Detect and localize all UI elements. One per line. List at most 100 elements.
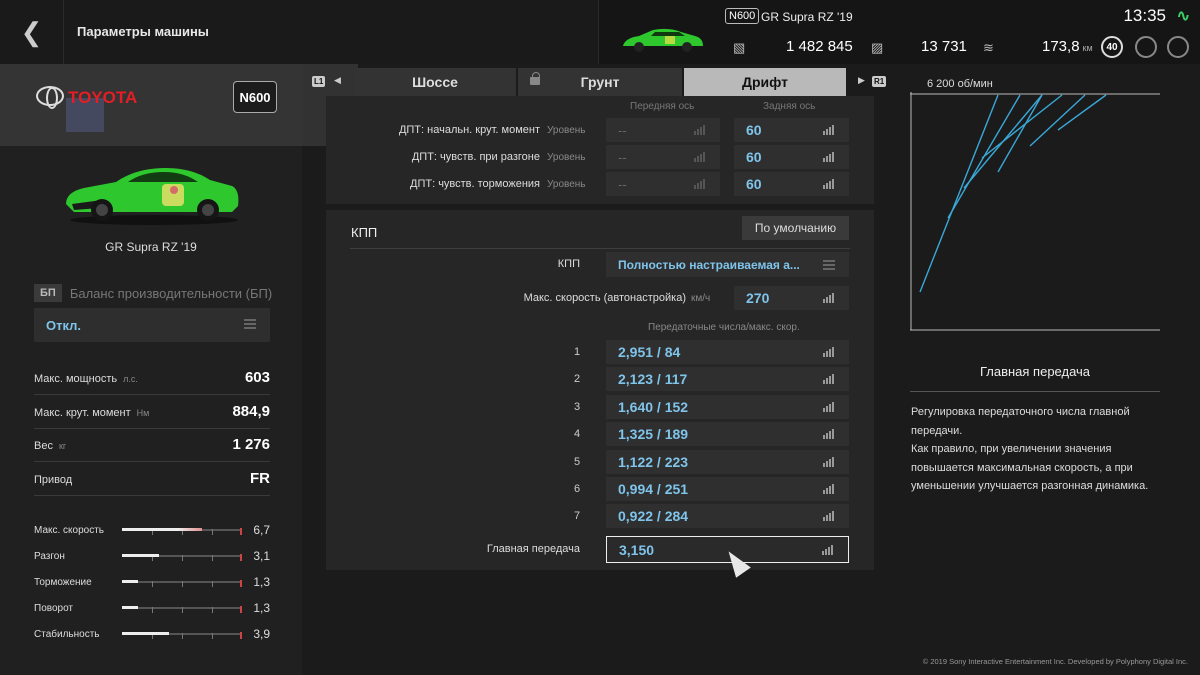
car-class-badge: N600 bbox=[725, 8, 760, 24]
gear-ratio-value: 0,994 / 251 bbox=[618, 481, 689, 497]
gear-ratio-value: 1,640 / 152 bbox=[618, 398, 689, 415]
gear-number: 1 bbox=[574, 346, 581, 358]
gear-ratio-graph bbox=[910, 92, 1160, 331]
mileage-icon: ▨ bbox=[871, 40, 884, 55]
top-speed-label: Макс. скорость (автонастройка) bbox=[523, 292, 686, 304]
gear-number: 2 bbox=[574, 373, 581, 386]
top-speed-field[interactable]: 270 bbox=[734, 286, 849, 310]
bar-fill bbox=[122, 606, 138, 609]
bar-limit bbox=[240, 528, 242, 535]
performance-bar bbox=[122, 577, 242, 587]
transmission-type-select[interactable]: Полностью настраиваемая а... bbox=[606, 252, 849, 277]
top-speed-unit: км/ч bbox=[691, 293, 711, 304]
bar-tick bbox=[182, 633, 183, 639]
bar-tick bbox=[152, 607, 153, 613]
back-button[interactable]: ❮ bbox=[0, 0, 64, 64]
tab-prev-icon[interactable]: ◀ bbox=[334, 75, 341, 86]
top-bar: ❮ Параметры машины N600 GR Supra RZ '19 … bbox=[0, 0, 1200, 64]
final-drive-value: 3,150 bbox=[619, 541, 655, 558]
lsd-row-label: ДПТ: чувств. при разгоне bbox=[411, 151, 540, 163]
bp-header: БП Баланс производительности (БП) bbox=[34, 284, 272, 302]
spec-unit: Нм bbox=[136, 407, 150, 418]
r1-button-icon[interactable]: R1 bbox=[872, 76, 887, 87]
transmission-type-label: КПП bbox=[557, 258, 580, 270]
lsd-front-value: -- bbox=[618, 149, 627, 165]
tuning-tabs: L1 ◀ Шоссе Грунт Дрифт ▶ R1 bbox=[310, 68, 890, 96]
gear-ratio-field[interactable]: 0,922 / 284 bbox=[606, 504, 849, 529]
lsd-front-field: -- bbox=[606, 172, 720, 196]
emblem-icon bbox=[1167, 36, 1189, 58]
gear-ratio-field[interactable]: 0,994 / 251 bbox=[606, 477, 849, 501]
l1-button-icon[interactable]: L1 bbox=[312, 76, 326, 87]
gear-number: 4 bbox=[574, 428, 581, 441]
performance-bar bbox=[122, 603, 242, 613]
bar-tick bbox=[212, 529, 213, 535]
list-icon bbox=[244, 319, 256, 329]
spec-label: Вес bbox=[34, 439, 53, 452]
lsd-rear-field[interactable]: 60 bbox=[734, 172, 849, 196]
spec-label: Макс. крут. момент bbox=[34, 406, 131, 419]
lsd-rear-field[interactable]: 60 bbox=[734, 145, 849, 169]
bar-tick bbox=[152, 581, 153, 587]
gear-lines bbox=[919, 94, 1107, 293]
performance-value: 1,3 bbox=[253, 601, 270, 615]
performance-value: 6,7 bbox=[253, 523, 270, 537]
tab-dirt[interactable]: Грунт bbox=[518, 68, 682, 96]
lsd-rear-field[interactable]: 60 bbox=[734, 118, 849, 142]
adjust-bars-icon bbox=[823, 293, 835, 303]
tab-label: Грунт bbox=[580, 74, 620, 90]
performance-row: Поворот 1,3 bbox=[34, 598, 270, 618]
distance-number: 173,8 bbox=[1042, 38, 1080, 55]
adjust-bars-icon bbox=[823, 374, 835, 385]
bar-tick bbox=[182, 581, 183, 587]
driver-level-badge: 40 bbox=[1101, 36, 1123, 58]
adjust-bars-icon bbox=[823, 152, 835, 162]
car-name: GR Supra RZ '19 bbox=[761, 10, 853, 24]
lsd-front-field: -- bbox=[606, 145, 720, 169]
rank-icon bbox=[1135, 36, 1157, 58]
car-thumbnail bbox=[623, 28, 703, 52]
rear-axle-header: Задняя ось bbox=[763, 101, 816, 112]
bp-label: Баланс производительности (БП) bbox=[69, 285, 273, 301]
bar-tick bbox=[182, 607, 183, 613]
network-status-icon: ∿ bbox=[1176, 8, 1190, 25]
lock-icon bbox=[530, 72, 540, 85]
adjust-bars-icon bbox=[823, 484, 835, 494]
tab-next-icon[interactable]: ▶ bbox=[858, 75, 865, 86]
bar-limit bbox=[240, 606, 242, 613]
lsd-row-unit: Уровень bbox=[547, 125, 586, 136]
adjust-bars-icon bbox=[823, 125, 835, 135]
gear-ratio-field[interactable]: 1,122 / 223 bbox=[606, 449, 849, 474]
gear-number: 3 bbox=[574, 400, 581, 413]
car-info-sidebar: TOYOTA N600 GR Supra RZ '19 БП Баланс пр… bbox=[0, 64, 358, 675]
gear-ratio-field[interactable]: 1,640 / 152 bbox=[606, 394, 849, 419]
gear-number: 7 bbox=[574, 510, 581, 523]
gear-ratio-field[interactable]: 1,325 / 189 bbox=[606, 422, 849, 447]
car-title: GR Supra RZ '19 bbox=[105, 240, 197, 254]
rpm-label: 6 200 об/мин bbox=[927, 78, 993, 90]
gear-ratio-field[interactable]: 2,951 / 84 bbox=[606, 340, 849, 364]
bar-limit bbox=[240, 580, 242, 587]
adjust-bars-icon bbox=[823, 511, 835, 522]
performance-row: Торможение 1,3 bbox=[34, 572, 270, 592]
performance-row: Макс. скорость 6,7 bbox=[34, 520, 270, 540]
lsd-row-unit: Уровень bbox=[547, 179, 586, 190]
clock: 13:35 bbox=[1123, 6, 1166, 25]
spec-value: 1 276 bbox=[232, 436, 270, 453]
section-divider bbox=[350, 248, 850, 249]
bar-tick bbox=[212, 633, 213, 639]
spec-weight: Вес кг 1 276 bbox=[34, 428, 270, 462]
lsd-row-label: ДПТ: чувств. торможения bbox=[410, 178, 540, 190]
lsd-front-value: -- bbox=[618, 122, 627, 138]
performance-row: Стабильность 3,9 bbox=[34, 624, 270, 644]
tab-label: Дрифт bbox=[741, 74, 789, 90]
tab-road[interactable]: Шоссе bbox=[354, 68, 516, 96]
bp-select[interactable]: Откл. bbox=[34, 308, 270, 342]
bar-tick bbox=[212, 555, 213, 561]
gear-ratio-field[interactable]: 2,123 / 117 bbox=[606, 367, 849, 392]
default-button[interactable]: По умолчанию bbox=[742, 216, 849, 240]
tab-drift[interactable]: Дрифт bbox=[684, 68, 846, 96]
performance-row: Разгон 3,1 bbox=[34, 546, 270, 566]
bar-fill bbox=[122, 580, 138, 583]
bar-fill bbox=[122, 632, 169, 635]
